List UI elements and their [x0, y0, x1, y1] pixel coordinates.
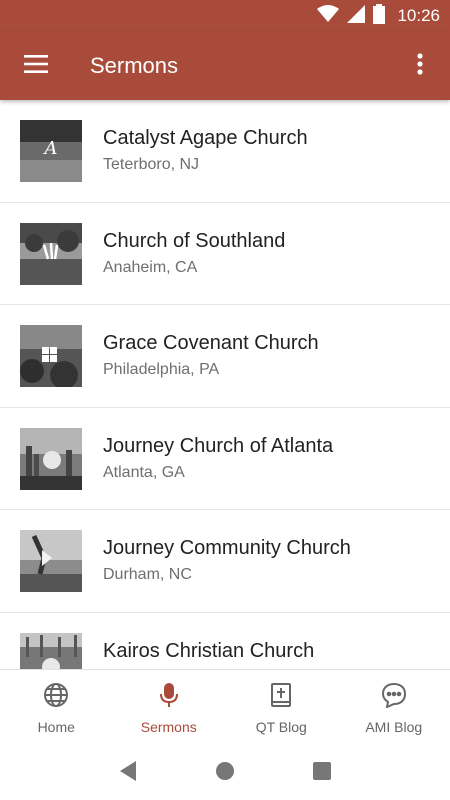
church-thumbnail	[20, 632, 82, 669]
nav-label: QT Blog	[255, 719, 307, 735]
list-item-church[interactable]: Church of Southland Anaheim, CA	[0, 203, 450, 305]
chat-bubble-icon	[381, 682, 407, 713]
church-name: Church of Southland	[103, 229, 286, 252]
church-thumbnail	[20, 530, 82, 592]
church-name: Grace Covenant Church	[103, 332, 319, 354]
church-location: Philadelphia, PA	[103, 361, 220, 378]
page-title: Sermons	[90, 53, 179, 78]
list-item-church[interactable]: Kairos Christian Church	[0, 613, 450, 669]
church-location: Durham, NC	[103, 566, 192, 583]
church-name: Journey Community Church	[103, 537, 351, 559]
cell-signal-icon	[347, 4, 366, 28]
microphone-icon	[156, 682, 182, 713]
nav-ami-blog[interactable]: AMI Blog	[338, 670, 450, 746]
church-name: Catalyst Agape Church	[103, 127, 308, 149]
list-item-church[interactable]: Journey Church of Atlanta Atlanta, GA	[0, 408, 450, 510]
hamburger-menu-icon	[24, 54, 48, 78]
church-name: Kairos Christian Church	[103, 639, 315, 662]
overflow-menu-button[interactable]	[398, 42, 442, 90]
status-time: 10:26	[397, 6, 440, 25]
back-icon[interactable]	[118, 760, 138, 787]
more-vert-icon	[417, 52, 423, 80]
bible-icon	[268, 682, 294, 713]
church-location: Teterboro, NJ	[103, 156, 200, 173]
church-list: A Catalyst Agape Church Teterboro, NJ Ch…	[0, 100, 450, 669]
church-thumbnail	[20, 222, 82, 285]
svg-text:A: A	[43, 138, 58, 159]
globe-icon	[43, 682, 69, 713]
church-thumbnail	[20, 325, 82, 387]
recents-square-icon[interactable]	[312, 761, 332, 786]
menu-button[interactable]	[12, 42, 60, 90]
church-thumbnail: A	[20, 120, 82, 182]
nav-home[interactable]: Home	[0, 670, 113, 746]
bottom-navigation: Home Sermons QT Blog AMI Blog	[0, 669, 450, 746]
nav-label: AMI Blog	[365, 719, 423, 735]
church-location: Anaheim, CA	[103, 258, 198, 276]
status-icons: 10:26	[317, 0, 440, 32]
list-item-church[interactable]: Journey Community Church Durham, NC	[0, 510, 450, 613]
battery-icon	[373, 3, 386, 29]
list-item-church[interactable]: A Catalyst Agape Church Teterboro, NJ	[0, 100, 450, 203]
church-name: Journey Church of Atlanta	[103, 434, 334, 457]
church-location: Atlanta, GA	[103, 463, 185, 481]
wifi-icon	[317, 4, 340, 28]
status-bar: 10:26	[0, 0, 450, 32]
nav-label: Home	[37, 719, 75, 735]
nav-qt-blog[interactable]: QT Blog	[225, 670, 338, 746]
home-circle-icon[interactable]	[215, 761, 235, 786]
nav-label: Sermons	[140, 719, 197, 735]
nav-sermons[interactable]: Sermons	[113, 670, 226, 746]
church-thumbnail	[20, 427, 82, 490]
app-bar: Sermons	[0, 32, 450, 100]
list-item-church[interactable]: Grace Covenant Church Philadelphia, PA	[0, 305, 450, 408]
system-navigation-bar	[0, 746, 450, 800]
